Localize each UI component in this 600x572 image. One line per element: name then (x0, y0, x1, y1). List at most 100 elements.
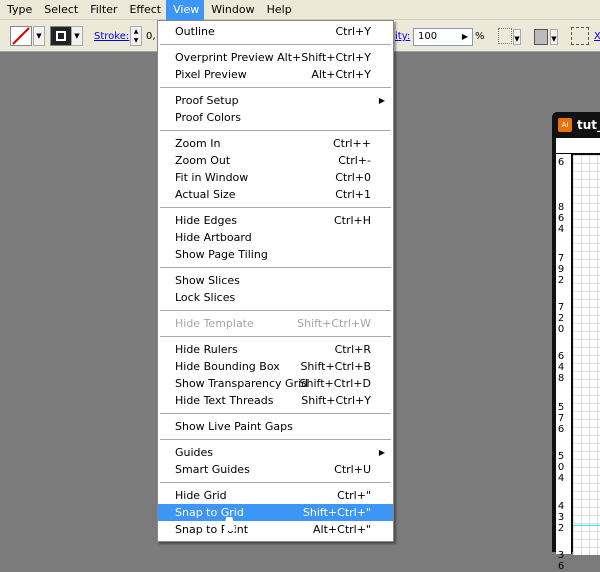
menu-item-label: Show Transparency Grid (175, 377, 309, 390)
stroke-dropdown-icon[interactable]: ▼ (71, 26, 83, 46)
menu-item-smart-guides[interactable]: Smart Guides Ctrl+U (158, 461, 393, 478)
opacity-value: 100 (418, 31, 438, 42)
menu-separator (158, 306, 393, 315)
menu-item-shortcut: Shift+Ctrl+B (300, 360, 371, 373)
ruler-label: 6 4 8 (557, 351, 565, 385)
menu-item-actual-size[interactable]: Actual Size Ctrl+1 (158, 186, 393, 203)
menu-item-snap-to-grid[interactable]: Snap to Grid Shift+Ctrl+" (158, 504, 393, 521)
menu-item-label: Fit in Window (175, 171, 249, 184)
opacity-label[interactable]: ity: (395, 31, 410, 42)
menu-separator (158, 263, 393, 272)
guide-line (573, 525, 600, 526)
menu-window[interactable]: Window (204, 0, 259, 20)
menu-item-proof-setup[interactable]: Proof Setup ▶ (158, 92, 393, 109)
menu-item-label: Guides (175, 446, 214, 459)
menu-separator (158, 332, 393, 341)
menu-item-lock-slices[interactable]: Lock Slices (158, 289, 393, 306)
menu-item-zoom-in[interactable]: Zoom In Ctrl++ (158, 135, 393, 152)
ruler-label: 4 3 2 (557, 500, 565, 534)
menu-item-snap-to-point[interactable]: Snap to Point Alt+Ctrl+" (158, 521, 393, 538)
percent-label: % (475, 31, 485, 42)
menu-item-hide-grid[interactable]: Hide Grid Ctrl+" (158, 487, 393, 504)
menu-item-label: Zoom In (175, 137, 221, 150)
x-label[interactable]: X (594, 31, 600, 42)
menu-type[interactable]: Type (0, 0, 37, 20)
menu-item-show-transparency-grid[interactable]: Show Transparency Grid Shift+Ctrl+D (158, 375, 393, 392)
menu-item-label: Snap to Point (175, 523, 249, 536)
menu-item-shortcut: Ctrl+H (333, 214, 371, 227)
transform-reference-icon[interactable] (571, 27, 589, 45)
menu-item-fit-in-window[interactable]: Fit in Window Ctrl+0 (158, 169, 393, 186)
menu-item-label: Hide Bounding Box (175, 360, 280, 373)
menu-item-guides[interactable]: Guides ▶ (158, 444, 393, 461)
menu-item-label: Hide Text Threads (175, 394, 274, 407)
menu-item-label: Overprint Preview (175, 51, 274, 64)
menu-filter[interactable]: Filter (83, 0, 122, 20)
menu-item-shortcut: Shift+Ctrl+" (302, 506, 371, 519)
stroke-stepper[interactable]: ▲ ▼ (130, 26, 142, 46)
menu-item-label: Hide Edges (175, 214, 237, 227)
menu-item-outline[interactable]: Outline Ctrl+Y (158, 23, 393, 40)
menu-item-shortcut: Ctrl+Y (335, 25, 371, 38)
menu-item-hide-text-threads[interactable]: Hide Text Threads Shift+Ctrl+Y (158, 392, 393, 409)
menu-item-pixel-preview[interactable]: Pixel Preview Alt+Ctrl+Y (158, 66, 393, 83)
menu-item-label: Hide Artboard (175, 231, 252, 244)
menu-item-shortcut: Ctrl+- (338, 154, 371, 167)
menu-item-shortcut: Ctrl+U (334, 463, 371, 476)
stroke-swatch[interactable] (50, 26, 72, 46)
isolate-selection-icon[interactable] (498, 28, 512, 44)
menu-select[interactable]: Select (37, 0, 83, 20)
vertical-ruler: 6 8 6 4 7 9 2 7 2 0 6 4 8 5 7 6 5 0 4 4 3 2 3 6 (556, 154, 572, 572)
menu-item-show-live-paint-gaps[interactable]: Show Live Paint Gaps (158, 418, 393, 435)
ruler-label: 6 (557, 157, 565, 169)
ruler-label: 7 2 0 (557, 301, 565, 335)
menu-item-label: Hide Grid (175, 489, 227, 502)
menu-item-show-slices[interactable]: Show Slices (158, 272, 393, 289)
menu-item-shortcut: Shift+Ctrl+Y (301, 394, 371, 407)
menu-item-shortcut: Ctrl+0 (335, 171, 371, 184)
menu-item-label: Hide Rulers (175, 343, 238, 356)
ruler-label: 3 6 (557, 549, 565, 572)
menu-item-label: Proof Setup (175, 94, 239, 107)
menu-item-show-page-tiling[interactable]: Show Page Tiling (158, 246, 393, 263)
menu-separator (158, 40, 393, 49)
menu-item-zoom-out[interactable]: Zoom Out Ctrl+- (158, 152, 393, 169)
document-title-tab[interactable]: tut_ (577, 118, 600, 132)
menu-item-label: Show Slices (175, 274, 240, 287)
stroke-weight-value[interactable]: 0, (146, 31, 156, 42)
menu-item-overprint-preview[interactable]: Overprint Preview Alt+Shift+Ctrl+Y (158, 49, 393, 66)
menu-item-shortcut: Ctrl+1 (335, 188, 371, 201)
submenu-arrow-icon: ▶ (378, 96, 385, 105)
menu-view[interactable]: View (166, 0, 205, 20)
menu-item-proof-colors[interactable]: Proof Colors (158, 109, 393, 126)
ruler-label: 5 7 6 (557, 401, 565, 435)
menu-item-hide-artboard[interactable]: Hide Artboard (158, 229, 393, 246)
menu-separator (158, 83, 393, 92)
menu-item-label: Show Live Paint Gaps (175, 420, 293, 433)
menu-effect[interactable]: Effect (122, 0, 166, 20)
menu-separator (158, 409, 393, 418)
menu-item-shortcut: Alt+Shift+Ctrl+Y (277, 51, 371, 64)
menu-bar: Type Select Filter Effect View Window Help (0, 0, 600, 20)
isolate-dropdown-icon[interactable]: ▼ (513, 29, 521, 45)
menu-item-label: Pixel Preview (175, 68, 247, 81)
document-window: AI tut_ 6 8 6 4 7 9 2 7 2 0 6 4 8 5 7 6 5 0 4 4… (552, 112, 600, 572)
menu-item-label: Smart Guides (175, 463, 250, 476)
align-icon[interactable] (534, 29, 548, 45)
menu-item-hide-template[interactable]: Hide Template Shift+Ctrl+W (158, 315, 393, 332)
ruler-label: 7 9 2 (557, 252, 565, 286)
menu-item-hide-edges[interactable]: Hide Edges Ctrl+H (158, 212, 393, 229)
submenu-arrow-icon: ▶ (378, 448, 385, 457)
artboard-grid[interactable] (573, 155, 600, 555)
opacity-input[interactable]: 100 ▶ (413, 28, 473, 46)
stroke-label[interactable]: Stroke: (94, 31, 129, 42)
menu-item-hide-bounding-box[interactable]: Hide Bounding Box Shift+Ctrl+B (158, 358, 393, 375)
align-dropdown-icon[interactable]: ▼ (550, 29, 558, 45)
menu-item-shortcut: Ctrl++ (332, 137, 371, 150)
fill-swatch[interactable] (10, 26, 32, 46)
menu-item-hide-rulers[interactable]: Hide Rulers Ctrl+R (158, 341, 393, 358)
menu-item-label: Lock Slices (175, 291, 236, 304)
menu-help[interactable]: Help (260, 0, 297, 20)
fill-dropdown-icon[interactable]: ▼ (33, 26, 45, 46)
menu-item-label: Outline (175, 25, 215, 38)
